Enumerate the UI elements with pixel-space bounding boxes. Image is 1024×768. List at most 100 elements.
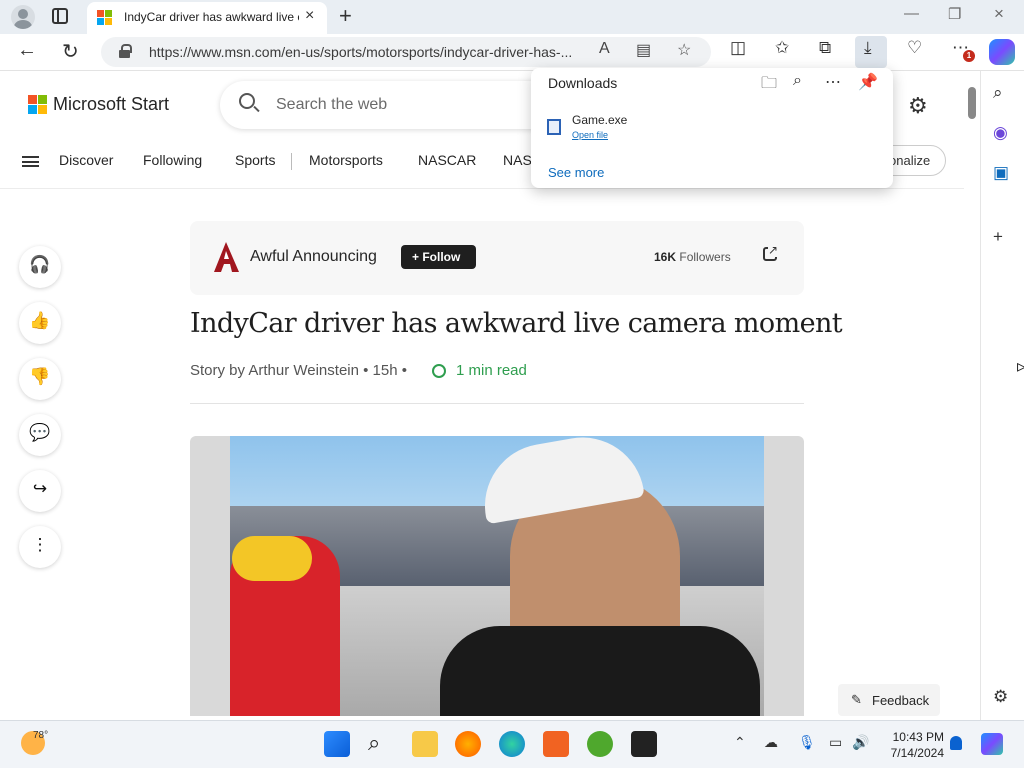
close-tab-icon[interactable]: ×	[305, 7, 314, 25]
edge-sidebar: ⌕ ◉ ▣ + ⚙	[980, 71, 1024, 720]
windows-taskbar: 78° ⌕ ⌃ ☁ 🎙 ▭ 🔊 10:43 PM 7/14/2024	[0, 720, 1024, 768]
dislike-button[interactable]: 👎	[19, 358, 61, 400]
microphone-icon[interactable]: 🎙	[798, 734, 816, 751]
browser-tab-strip: IndyCar driver has awkward live camera m…	[0, 0, 1024, 34]
open-file-link[interactable]: Open file	[572, 130, 608, 140]
immersive-reader-icon[interactable]: ▤	[636, 40, 651, 60]
tab-actions-icon[interactable]	[52, 8, 68, 24]
notification-badge: 1	[963, 50, 975, 62]
listen-button[interactable]: 🎧	[19, 246, 61, 288]
more-actions-button[interactable]: ⋮	[19, 526, 61, 568]
app-icon-dark[interactable]	[631, 731, 657, 757]
search-box[interactable]: Search the web	[220, 81, 560, 129]
publisher-card: Awful Announcing + Follow 16K Followers	[190, 221, 804, 295]
downloads-search-icon[interactable]: ⌕	[793, 72, 802, 90]
photo-driver-suit	[440, 626, 760, 716]
search-icon	[239, 93, 255, 109]
lock-icon[interactable]	[119, 44, 132, 58]
headphones-icon: 🎧	[29, 255, 51, 274]
external-link-icon[interactable]	[763, 243, 779, 261]
scroll-thumb[interactable]	[968, 87, 976, 119]
notification-bell-icon[interactable]	[950, 736, 962, 750]
exe-file-icon	[547, 119, 561, 135]
favorite-star-icon[interactable]: ☆	[677, 40, 691, 60]
like-button[interactable]: 👍	[19, 302, 61, 344]
share-icon: ↪	[32, 479, 48, 498]
sidebar-search-icon[interactable]: ⌕	[993, 83, 1003, 103]
display-icon[interactable]: ▭	[829, 734, 842, 751]
file-explorer-icon[interactable]	[412, 731, 438, 757]
copilot-taskbar-icon[interactable]	[981, 733, 1003, 755]
download-file-name[interactable]: Game.exe	[572, 113, 627, 127]
active-browser-tab[interactable]: IndyCar driver has awkward live camera m…	[87, 2, 327, 34]
system-clock[interactable]: 10:43 PM 7/14/2024	[884, 729, 944, 761]
mouse-cursor-icon: ▹	[1017, 356, 1024, 376]
feedback-button[interactable]: ✎ Feedback	[838, 684, 940, 716]
address-url[interactable]: https://www.msn.com/en-us/sports/motorsp…	[149, 44, 572, 60]
downloads-title: Downloads	[548, 75, 618, 91]
follow-button[interactable]: + Follow	[401, 245, 476, 269]
app-icon-orange[interactable]	[543, 731, 569, 757]
article-photo[interactable]	[190, 436, 804, 716]
timer-icon	[432, 364, 446, 378]
back-arrow-icon[interactable]: ←	[17, 39, 37, 62]
settings-gear-icon[interactable]: ⚙	[908, 93, 928, 119]
temperature[interactable]: 78°	[33, 730, 48, 741]
sidebar-copilot-icon[interactable]: ◉	[993, 123, 1008, 143]
nav-nascar-truncated[interactable]: NAS	[503, 152, 532, 168]
collections-icon[interactable]: ⧉	[819, 38, 831, 58]
comment-icon: 💬	[29, 423, 51, 442]
minimize-icon[interactable]: —	[904, 5, 919, 22]
comment-button[interactable]: 💬	[19, 414, 61, 456]
pin-icon[interactable]: 📌	[858, 72, 878, 92]
nav-separator	[291, 153, 292, 170]
start-windows-icon[interactable]	[324, 731, 350, 757]
share-button[interactable]: ↪	[19, 470, 61, 512]
brand-name[interactable]: Microsoft Start	[53, 94, 169, 115]
search-placeholder[interactable]: Search the web	[276, 96, 387, 114]
network-icon[interactable]: ☁	[764, 734, 778, 751]
restore-icon[interactable]: ❐	[948, 5, 961, 23]
taskbar-search-icon[interactable]: ⌕	[368, 731, 394, 757]
new-tab-button[interactable]: +	[339, 3, 352, 29]
publisher-name[interactable]: Awful Announcing	[250, 248, 377, 266]
chevron-up-icon[interactable]: ⌃	[734, 734, 746, 751]
sidebar-outlook-icon[interactable]: ▣	[993, 163, 1009, 183]
split-screen-icon[interactable]: ◫	[730, 38, 746, 58]
nav-nascar[interactable]: NASCAR	[418, 152, 476, 168]
article-byline: Story by Arthur Weinstein • 15h •	[190, 362, 407, 379]
sidebar-add-icon[interactable]: +	[993, 227, 1003, 247]
favorites-icon[interactable]: ✩	[775, 38, 789, 58]
performance-icon[interactable]: ♡	[907, 38, 922, 58]
copilot-icon[interactable]	[989, 39, 1015, 65]
refresh-icon[interactable]: ↻	[62, 39, 79, 64]
nav-following[interactable]: Following	[143, 152, 202, 168]
address-bar[interactable]: https://www.msn.com/en-us/sports/motorsp…	[101, 37, 711, 67]
downloads-more-icon[interactable]: ⋯	[825, 72, 841, 92]
close-window-icon[interactable]: ×	[994, 4, 1004, 24]
read-aloud-icon[interactable]: A	[599, 40, 610, 58]
browser-toolbar: ← ↻ https://www.msn.com/en-us/sports/mot…	[0, 34, 1024, 71]
profile-avatar-icon[interactable]	[11, 5, 35, 29]
downloads-panel: Downloads 🗀 ⌕ ⋯ 📌 Game.exe Open file See…	[531, 68, 893, 188]
followers-count: 16K Followers	[654, 250, 731, 264]
microsoft-logo	[28, 95, 47, 114]
edge-icon[interactable]	[499, 731, 525, 757]
page-scrollbar[interactable]	[964, 71, 980, 720]
see-more-link[interactable]: See more	[548, 165, 604, 180]
menu-icon[interactable]	[22, 156, 39, 167]
article-divider	[190, 403, 804, 404]
nav-sports[interactable]: Sports	[235, 152, 275, 168]
firefox-icon[interactable]	[455, 731, 481, 757]
vertical-dots-icon: ⋮	[31, 535, 49, 554]
open-folder-icon[interactable]: 🗀	[761, 72, 777, 99]
msn-favicon	[97, 10, 113, 26]
volume-icon[interactable]: 🔊	[852, 734, 869, 751]
torrent-icon[interactable]	[587, 731, 613, 757]
article-headline: IndyCar driver has awkward live camera m…	[190, 308, 843, 339]
thumbs-up-icon: 👍	[29, 311, 51, 330]
nav-motorsports[interactable]: Motorsports	[309, 152, 383, 168]
sidebar-settings-icon[interactable]: ⚙	[993, 687, 1008, 707]
download-icon[interactable]: ⤓	[864, 38, 872, 58]
nav-discover[interactable]: Discover	[59, 152, 113, 168]
